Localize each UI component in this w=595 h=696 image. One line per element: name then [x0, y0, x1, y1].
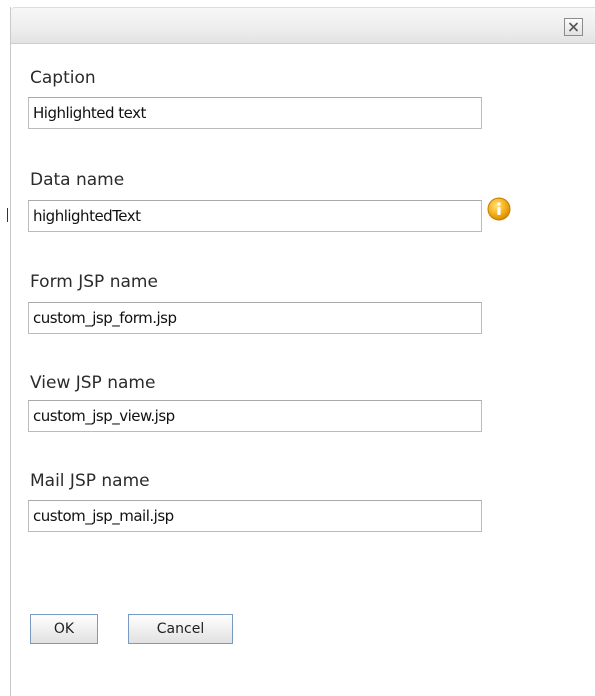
- close-button[interactable]: [564, 18, 583, 36]
- cancel-button[interactable]: Cancel: [128, 614, 233, 644]
- caption-label: Caption: [30, 68, 96, 88]
- mail-jsp-input[interactable]: [28, 500, 482, 532]
- view-jsp-label: View JSP name: [30, 373, 156, 393]
- close-x-icon: [568, 22, 579, 32]
- mail-jsp-label: Mail JSP name: [30, 471, 150, 491]
- form-jsp-input[interactable]: [28, 302, 482, 334]
- view-jsp-input[interactable]: [28, 400, 482, 432]
- data-name-label: Data name: [30, 170, 125, 190]
- ok-button[interactable]: OK: [30, 614, 98, 644]
- data-name-input[interactable]: [28, 200, 482, 232]
- form-jsp-label: Form JSP name: [30, 272, 158, 292]
- dialog-titlebar[interactable]: [11, 7, 595, 44]
- field-properties-dialog: Caption Data name Form JSP name View JSP…: [10, 7, 595, 696]
- text-cursor-mark: [7, 208, 8, 222]
- caption-input[interactable]: [28, 97, 482, 129]
- info-icon[interactable]: [487, 197, 511, 221]
